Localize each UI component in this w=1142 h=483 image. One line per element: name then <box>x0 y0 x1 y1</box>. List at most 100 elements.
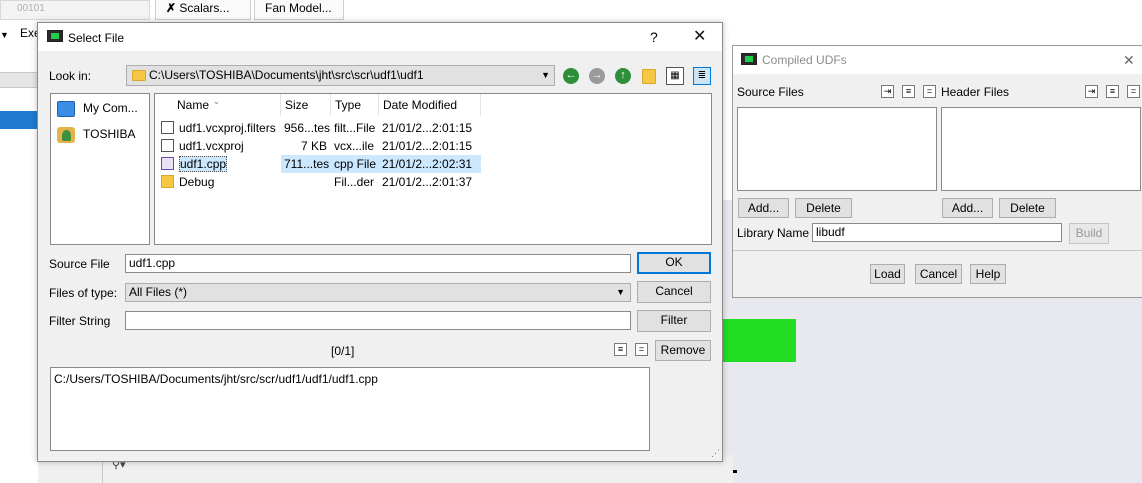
filter-string-label: Filter String <box>49 314 111 328</box>
filters-file-icon <box>161 121 174 135</box>
help-button[interactable]: Help <box>970 264 1006 284</box>
file-row-selected[interactable]: udf1.cpp 711...tes cpp File 21/01/2...2:… <box>155 155 485 173</box>
column-name[interactable]: Name ⌄ <box>155 94 281 116</box>
folder-icon <box>132 70 146 81</box>
background-toolbar-separator <box>0 72 38 88</box>
ok-button[interactable]: OK <box>637 252 711 274</box>
column-type[interactable]: Type <box>331 94 379 116</box>
load-button[interactable]: Load <box>870 264 905 284</box>
remove-button[interactable]: Remove <box>655 340 711 361</box>
select-all-icon[interactable]: ≡ <box>902 85 915 98</box>
file-type: filt...File <box>334 121 376 135</box>
source-file-label: Source File <box>49 257 110 271</box>
close-button[interactable]: ✕ <box>1123 52 1135 68</box>
select-all-icon[interactable]: ≡ <box>614 343 627 356</box>
back-icon[interactable]: ← <box>563 68 579 84</box>
file-name: udf1.vcxproj.filters <box>179 121 276 135</box>
background-id-field: 00101 <box>0 0 150 20</box>
compiled-udfs-dialog: Compiled UDFs ✕ Source Files ⇥ ≡ = Heade… <box>732 45 1142 298</box>
file-type: Fil...der <box>334 175 375 189</box>
column-size-label: Size <box>285 98 309 112</box>
library-name-input[interactable]: libudf <box>812 223 1062 242</box>
detail-view-icon[interactable]: ≣ <box>693 67 711 85</box>
select-all-icon[interactable]: ≡ <box>1106 85 1119 98</box>
help-button[interactable]: ? <box>650 29 658 45</box>
fan-model-button-label: Fan Model... <box>265 1 332 15</box>
parent-folder-icon[interactable]: ↑ <box>615 68 631 84</box>
file-date: 21/01/2...2:02:31 <box>379 155 481 173</box>
cancel-button[interactable]: Cancel <box>915 264 962 284</box>
column-size[interactable]: Size <box>281 94 331 116</box>
graphics-mesh-region <box>722 319 796 362</box>
delete-source-button[interactable]: Delete <box>795 198 852 218</box>
file-list-header: Name ⌄ Size Type Date Modified <box>155 94 485 116</box>
look-in-combo[interactable]: C:\Users\TOSHIBA\Documents\jht\src\scr\u… <box>126 65 555 86</box>
file-size: 711...tes <box>281 155 331 173</box>
file-date: 21/01/2...2:01:15 <box>382 139 473 153</box>
divider <box>733 250 1142 251</box>
delete-header-button[interactable]: Delete <box>999 198 1056 218</box>
folder-icon <box>161 175 174 189</box>
dialog-title: Compiled UDFs <box>762 53 847 67</box>
library-name-label: Library Name <box>737 226 810 240</box>
user-folder-icon <box>57 126 75 143</box>
header-files-list[interactable] <box>941 107 1141 191</box>
file-row[interactable]: udf1.vcxproj.filters 956...tes filt...Fi… <box>155 119 485 137</box>
deselect-all-icon[interactable]: = <box>635 343 648 356</box>
scalars-icon: ✗ <box>166 1 177 15</box>
cancel-button[interactable]: Cancel <box>637 281 711 303</box>
sort-caret-icon: ⌄ <box>213 97 220 106</box>
resize-grip-icon[interactable]: ⋰ <box>711 448 720 459</box>
dialog-title: Select File <box>68 31 125 45</box>
scalars-button[interactable]: ✗ Scalars... <box>155 0 251 20</box>
background-id-text: 00101 <box>17 3 45 14</box>
place-toshiba[interactable]: TOSHIBA <box>57 124 135 144</box>
file-date: 21/01/2...2:01:15 <box>382 121 473 135</box>
forward-icon[interactable]: → <box>589 68 605 84</box>
chevron-down-icon: ▼ <box>616 287 625 297</box>
deselect-all-icon[interactable]: = <box>1127 85 1140 98</box>
file-list[interactable]: Name ⌄ Size Type Date Modified udf1.vcxpr… <box>154 93 712 245</box>
column-date[interactable]: Date Modified <box>379 94 481 116</box>
selection-count: [0/1] <box>331 344 355 358</box>
select-file-titlebar[interactable]: Select File ? ✕ <box>38 23 722 51</box>
filter-string-input[interactable] <box>125 311 631 330</box>
source-files-label: Source Files <box>737 85 804 99</box>
selected-files-list[interactable]: C:/Users/TOSHIBA/Documents/jht/src/scr/u… <box>50 367 650 451</box>
build-button[interactable]: Build <box>1069 223 1109 244</box>
filter-button[interactable]: Filter <box>637 310 711 332</box>
file-name: udf1.cpp <box>179 156 228 172</box>
select-file-dialog: Select File ? ✕ Look in: C:\Users\TOSHIB… <box>37 22 723 462</box>
look-in-path: C:\Users\TOSHIBA\Documents\jht\src\scr\u… <box>149 68 424 82</box>
file-size: 956...tes <box>284 121 331 135</box>
fan-model-button[interactable]: Fan Model... <box>254 0 344 20</box>
close-button[interactable]: ✕ <box>693 29 706 45</box>
file-type: cpp File <box>331 155 379 173</box>
file-type: vcx...ile <box>334 139 375 153</box>
add-header-button[interactable]: Add... <box>942 198 993 218</box>
sort-icon[interactable]: ⇥ <box>881 85 894 98</box>
dropdown-arrow-icon[interactable]: ▼ <box>0 30 9 40</box>
place-my-computer[interactable]: My Com... <box>57 98 138 118</box>
add-source-button[interactable]: Add... <box>738 198 789 218</box>
chevron-down-icon: ▼ <box>541 70 550 80</box>
file-row[interactable]: Debug Fil...der 21/01/2...2:01:37 <box>155 173 485 191</box>
icon-view-icon[interactable]: ▦ <box>666 67 684 85</box>
files-of-type-label: Files of type: <box>49 286 118 300</box>
file-name: Debug <box>179 175 215 189</box>
file-size <box>281 173 331 191</box>
deselect-all-icon[interactable]: = <box>923 85 936 98</box>
compiled-udfs-titlebar[interactable]: Compiled UDFs ✕ <box>733 46 1142 74</box>
file-size: 7 KB <box>300 139 327 153</box>
file-name: udf1.vcxproj <box>179 139 244 153</box>
sort-icon[interactable]: ⇥ <box>1085 85 1098 98</box>
source-file-input[interactable]: udf1.cpp <box>125 254 631 273</box>
source-files-list[interactable] <box>737 107 937 191</box>
new-folder-icon[interactable] <box>642 69 656 84</box>
selected-file-path[interactable]: C:/Users/TOSHIBA/Documents/jht/src/scr/u… <box>54 372 378 386</box>
file-row[interactable]: udf1.vcxproj 7 KB vcx...ile 21/01/2...2:… <box>155 137 485 155</box>
files-of-type-select[interactable]: All Files (*) ▼ <box>125 283 631 302</box>
column-date-label: Date Modified <box>383 98 458 112</box>
column-type-label: Type <box>335 98 362 112</box>
background-tree-selection[interactable] <box>0 111 38 129</box>
